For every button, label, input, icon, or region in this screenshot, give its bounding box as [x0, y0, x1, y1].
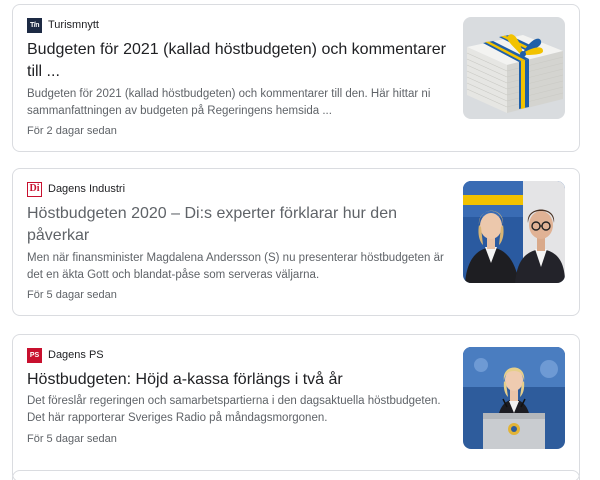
source-name: Turismnytt	[48, 19, 99, 31]
two-people-portrait-image	[463, 181, 565, 283]
article-thumbnail[interactable]	[463, 181, 565, 283]
article-date: För 5 dagar sedan	[27, 433, 117, 445]
source-row: PS Dagens PS	[27, 347, 104, 363]
speaker-at-podium-image	[463, 347, 565, 449]
article-title[interactable]: Höstbudgeten 2020 – Di:s experter förkla…	[27, 203, 457, 247]
article-date: För 5 dagar sedan	[27, 289, 117, 301]
article-title[interactable]: Höstbudgeten: Höjd a-kassa förlängs i tv…	[27, 369, 457, 391]
source-name: Dagens PS	[48, 349, 104, 361]
source-name: Dagens Industri	[48, 183, 126, 195]
news-feed: T/n Turismnytt Budgeten för 2021 (kallad…	[0, 0, 600, 480]
source-row: T/n Turismnytt	[27, 17, 99, 33]
article-thumbnail[interactable]	[463, 347, 565, 449]
budget-documents-with-ribbon-image	[463, 17, 565, 119]
dagens-industri-logo-icon: Di	[27, 181, 42, 197]
article-snippet: Men när finansminister Magdalena Anderss…	[27, 252, 444, 281]
article-snippet: Det föreslår regeringen och samarbetspar…	[27, 395, 441, 424]
article-date: För 2 dagar sedan	[27, 125, 117, 137]
next-news-card-edge	[12, 470, 580, 480]
source-row: Di Dagens Industri	[27, 181, 125, 197]
article-thumbnail[interactable]	[463, 17, 565, 119]
turismnytt-logo-icon: T/n	[27, 17, 42, 33]
article-title[interactable]: Budgeten för 2021 (kallad höstbudgeten) …	[27, 39, 457, 83]
news-card[interactable]: Di Dagens Industri Höstbudgeten 2020 – D…	[12, 168, 580, 316]
news-card[interactable]: T/n Turismnytt Budgeten för 2021 (kallad…	[12, 4, 580, 152]
article-snippet: Budgeten för 2021 (kallad höstbudgeten) …	[27, 88, 431, 117]
news-card[interactable]: PS Dagens PS Höstbudgeten: Höjd a-kassa …	[12, 334, 580, 480]
dagens-ps-logo-icon: PS	[27, 347, 42, 363]
